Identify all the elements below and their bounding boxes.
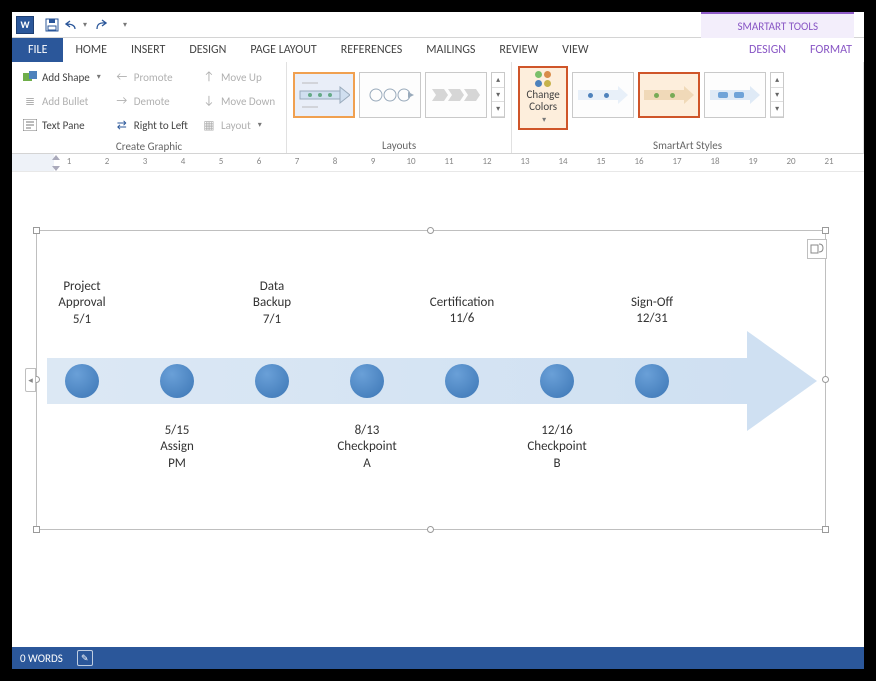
text-pane-icon xyxy=(23,118,37,132)
spelling-icon[interactable]: ✎ xyxy=(77,650,93,666)
style-thumb-1[interactable] xyxy=(572,72,634,118)
milestone-label[interactable]: Sign-Off12/31 xyxy=(631,295,673,328)
add-shape-button[interactable]: Add Shape▾ xyxy=(19,66,105,88)
layout-thumb-chevron[interactable] xyxy=(425,72,487,118)
move-up-button: ↑Move Up xyxy=(198,66,279,88)
timeline-dot[interactable] xyxy=(540,364,574,398)
smartart-tools-label: SMARTART TOOLS xyxy=(701,12,854,38)
quick-access-toolbar: W ▾ ▾ SMARTART TOOLS xyxy=(12,12,864,38)
right-to-left-button[interactable]: ⇄Right to Left xyxy=(111,114,192,136)
save-button[interactable] xyxy=(40,14,64,36)
tab-review[interactable]: REVIEW xyxy=(487,38,550,62)
timeline-dot[interactable] xyxy=(445,364,479,398)
arrow-down-icon: ↓ xyxy=(202,94,216,108)
app-window: W ▾ ▾ SMARTART TOOLS FILE HOME INSERT DE… xyxy=(12,12,864,669)
tab-home[interactable]: HOME xyxy=(63,38,119,62)
document-area[interactable]: ◂ ProjectApproval5/15/15AssignPMDataBack… xyxy=(12,172,864,647)
resize-handle[interactable] xyxy=(427,227,434,234)
smartart-timeline[interactable]: ProjectApproval5/15/15AssignPMDataBackup… xyxy=(47,331,817,431)
tab-mailings[interactable]: MAILINGS xyxy=(414,38,487,62)
chevron-down-icon: ▾ xyxy=(542,115,546,125)
status-bar: 0 WORDS ✎ xyxy=(12,647,864,669)
group-label: Layouts xyxy=(291,137,507,153)
timeline-dot[interactable] xyxy=(160,364,194,398)
styles-gallery-more[interactable]: ▴▾▾ xyxy=(770,72,784,118)
timeline-arrow-head xyxy=(747,331,817,431)
resize-handle[interactable] xyxy=(822,376,829,383)
resize-handle[interactable] xyxy=(822,227,829,234)
rtl-icon: ⇄ xyxy=(115,118,129,132)
customize-qat-button[interactable]: ▾ xyxy=(112,14,136,36)
milestone-label[interactable]: 5/15AssignPM xyxy=(160,423,194,472)
tab-page-layout[interactable]: PAGE LAYOUT xyxy=(238,38,328,62)
resize-handle[interactable] xyxy=(33,526,40,533)
ribbon-tabs: FILE HOME INSERT DESIGN PAGE LAYOUT REFE… xyxy=(12,38,864,62)
layout-thumb-basic-timeline[interactable] xyxy=(293,72,355,118)
milestone-label[interactable]: 8/13CheckpointA xyxy=(337,423,396,472)
ribbon: Add Shape▾ ≣Add Bullet Text Pane ←Promot… xyxy=(12,62,864,154)
arrow-up-icon: ↑ xyxy=(202,70,216,84)
move-down-button: ↓Move Down xyxy=(198,90,279,112)
milestone-label[interactable]: Certification11/6 xyxy=(430,295,494,328)
timeline-dot[interactable] xyxy=(65,364,99,398)
tab-smartart-format[interactable]: FORMAT xyxy=(798,38,864,62)
text-pane-toggle[interactable]: ◂ xyxy=(25,368,36,392)
arrow-right-icon: → xyxy=(115,94,129,108)
add-bullet-button: ≣Add Bullet xyxy=(19,90,105,112)
colors-icon xyxy=(531,71,555,87)
undo-button[interactable]: ▾ xyxy=(64,14,88,36)
chevron-down-icon: ▾ xyxy=(83,20,87,30)
style-thumb-2[interactable] xyxy=(638,72,700,118)
promote-button: ←Promote xyxy=(111,66,192,88)
layout-options-button[interactable] xyxy=(807,239,827,259)
tab-file[interactable]: FILE xyxy=(12,38,63,62)
layout-icon: ▦ xyxy=(202,118,216,132)
group-create-graphic: Add Shape▾ ≣Add Bullet Text Pane ←Promot… xyxy=(12,62,287,153)
resize-handle[interactable] xyxy=(33,227,40,234)
tab-references[interactable]: REFERENCES xyxy=(329,38,415,62)
layout-thumb-circle-process[interactable] xyxy=(359,72,421,118)
tab-design[interactable]: DESIGN xyxy=(177,38,238,62)
indent-marker[interactable] xyxy=(50,154,62,172)
milestone-label[interactable]: DataBackup7/1 xyxy=(253,279,291,328)
layouts-gallery-more[interactable]: ▴▾▾ xyxy=(491,72,505,118)
horizontal-ruler[interactable]: 123456789101112131415161718192021 xyxy=(12,154,864,172)
timeline-dot[interactable] xyxy=(635,364,669,398)
change-colors-button[interactable]: Change Colors ▾ xyxy=(518,66,568,130)
group-layouts: ▴▾▾ Layouts xyxy=(287,62,512,153)
arrow-left-icon: ← xyxy=(115,70,129,84)
style-thumb-3[interactable] xyxy=(704,72,766,118)
word-app-icon: W xyxy=(16,16,34,34)
group-label: SmartArt Styles xyxy=(516,137,859,153)
redo-button[interactable] xyxy=(88,14,112,36)
timeline-dot[interactable] xyxy=(255,364,289,398)
add-shape-icon xyxy=(23,70,37,84)
layout-button: ▦Layout▾ xyxy=(198,114,279,136)
tab-smartart-design[interactable]: DESIGN xyxy=(737,38,798,62)
tab-insert[interactable]: INSERT xyxy=(119,38,177,62)
resize-handle[interactable] xyxy=(822,526,829,533)
text-pane-button[interactable]: Text Pane xyxy=(19,114,105,136)
demote-button: →Demote xyxy=(111,90,192,112)
milestone-label[interactable]: 12/16CheckpointB xyxy=(527,423,586,472)
chevron-down-icon: ▾ xyxy=(97,72,101,82)
group-label: Create Graphic xyxy=(16,138,282,154)
smartart-selection[interactable]: ◂ ProjectApproval5/15/15AssignPMDataBack… xyxy=(36,230,826,530)
bullet-icon: ≣ xyxy=(23,94,37,108)
word-count[interactable]: 0 WORDS xyxy=(20,652,63,665)
timeline-dot[interactable] xyxy=(350,364,384,398)
resize-handle[interactable] xyxy=(427,526,434,533)
milestone-label[interactable]: ProjectApproval5/1 xyxy=(58,279,105,328)
tab-view[interactable]: VIEW xyxy=(550,38,600,62)
group-smartart-styles: Change Colors ▾ ▴▾▾ SmartArt Styles xyxy=(512,62,864,153)
